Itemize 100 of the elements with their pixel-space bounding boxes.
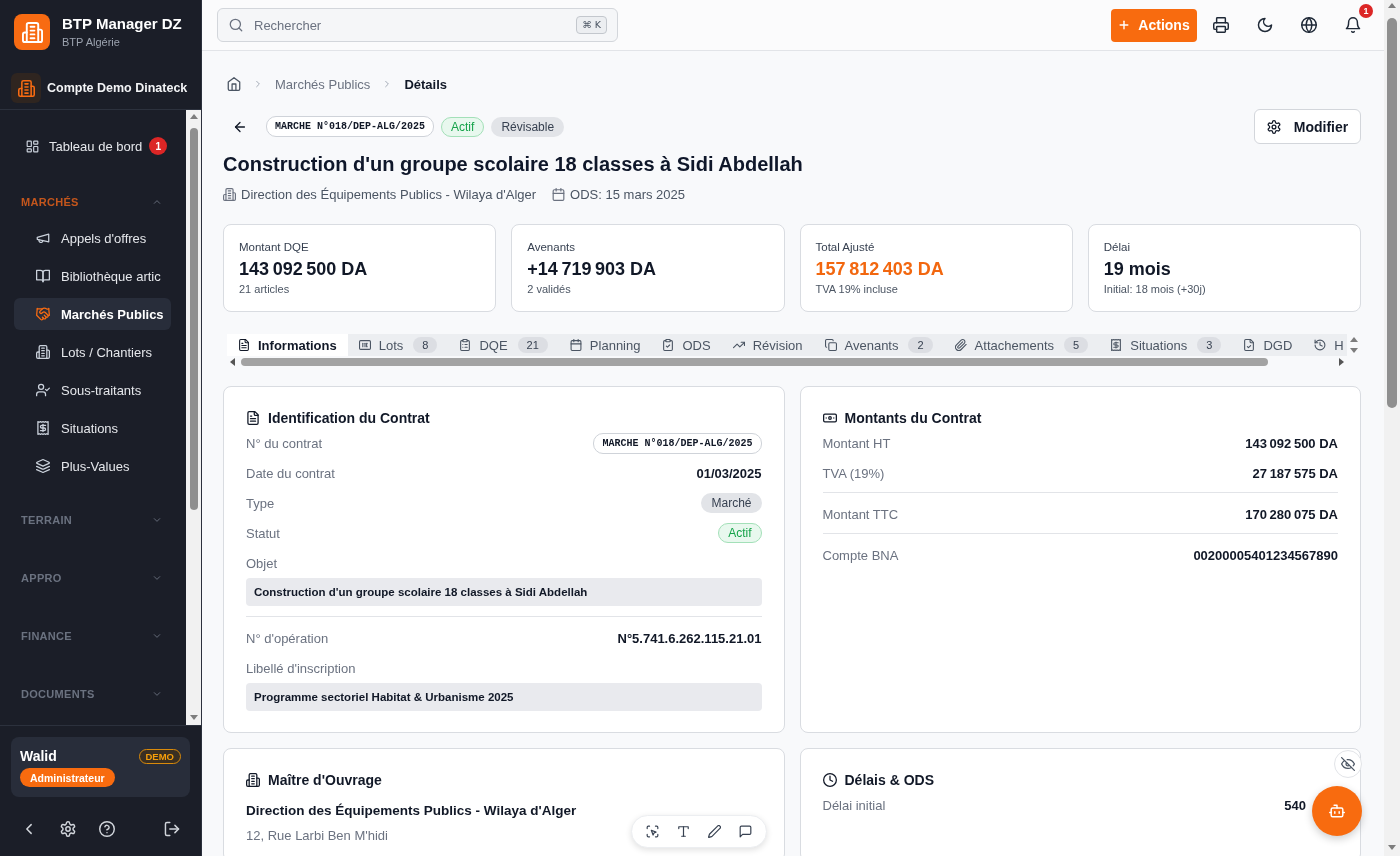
demo-tag: DEMO [138, 748, 181, 764]
stat-note: 2 validés [527, 282, 571, 296]
calendar-icon [569, 339, 582, 351]
layers-icon [36, 459, 50, 473]
field-label: Libellé d'inscription [246, 660, 356, 678]
nav-item[interactable]: Situations [14, 412, 171, 444]
app-subtitle: BTP Algérie [62, 35, 121, 49]
stat-label: Délai [1103, 240, 1130, 255]
printer-icon[interactable] [1213, 17, 1229, 33]
moon-icon[interactable] [1257, 17, 1273, 33]
section-header[interactable]: MARCHÉS [14, 188, 171, 216]
dollar-receipt-icon [1110, 339, 1123, 351]
tab[interactable]: Situations 3 [1099, 334, 1233, 356]
nav-item[interactable]: Lots / Chantiers [14, 336, 171, 368]
settings-icon[interactable] [60, 821, 76, 837]
nav-item[interactable]: Bibliothèque artic [14, 260, 171, 292]
file-check-icon [1243, 339, 1256, 351]
stat-value: 157 812 403 DA [815, 258, 944, 281]
field-label: TVA (19%) [822, 465, 885, 481]
tab[interactable]: Informations [227, 334, 348, 356]
logout-icon[interactable] [164, 821, 180, 837]
field-label: Délai initial [822, 797, 886, 813]
help-icon[interactable] [99, 821, 115, 837]
property-tag: Révisable [491, 116, 565, 137]
nav-item[interactable]: Tableau de bord 1 [14, 128, 171, 164]
nav-item[interactable]: Appels d'offres [14, 222, 171, 254]
home-icon[interactable] [227, 77, 241, 91]
chevron-down-icon [152, 689, 162, 699]
clipboard-check-icon [662, 339, 675, 351]
book-icon [36, 269, 50, 283]
field-value: 540 [1284, 797, 1306, 813]
field-value: 00200005401234567890 [1193, 547, 1338, 563]
bell-icon[interactable] [1345, 17, 1361, 33]
chevron-down-icon [152, 573, 162, 583]
stat-note: TVA 19% incluse [815, 282, 898, 296]
megaphone-icon [36, 231, 50, 245]
role-tag: Administrateur [20, 768, 115, 787]
chevron-down-icon [152, 631, 162, 641]
building-icon [223, 187, 236, 201]
field-label: N° du contrat [246, 435, 322, 451]
field-value: 27 187 575 DA [1252, 465, 1338, 481]
comment-icon[interactable] [739, 825, 752, 838]
read-only-field: Construction d'un groupe scolaire 18 classes à Sidi Abdellah [246, 578, 762, 606]
tab[interactable]: Attachements 5 [943, 334, 1100, 356]
nav-item[interactable]: Plus-Values [14, 450, 171, 482]
stat-label: Montant DQE [239, 240, 309, 255]
nav-item[interactable]: Sous-traitants [14, 374, 171, 406]
pencil-icon[interactable] [708, 825, 721, 838]
breadcrumb-item[interactable]: Marchés Publics [275, 76, 371, 92]
text-icon[interactable] [677, 825, 690, 838]
contract-code-tag: MARCHE N°018/DEP-ALG/2025 [593, 432, 762, 454]
field-label: N° d'opération [246, 630, 329, 646]
stat-value: 19 mois [1103, 258, 1171, 281]
tab[interactable]: Planning [558, 334, 652, 356]
account-name[interactable]: Compte Demo Dinateck [47, 81, 188, 95]
tab[interactable]: DQE 21 [448, 334, 559, 356]
tab[interactable]: H [1303, 334, 1344, 356]
field-label: Date du contrat [246, 465, 335, 481]
tab-count: 3 [1197, 337, 1222, 353]
card-title: Montants du Contrat [844, 410, 982, 426]
tab[interactable]: DGD [1232, 334, 1304, 356]
app-title: BTP Manager DZ [62, 15, 182, 33]
chevron-down-icon [152, 515, 162, 525]
plus-icon [1118, 19, 1131, 31]
status-tag: Actif [441, 116, 485, 137]
building-icon [246, 773, 260, 787]
page-title: Construction d'un groupe scolaire 18 classes à Sidi Abdellah [223, 152, 803, 176]
robot-icon [1329, 803, 1345, 819]
breadcrumb-item: Détails [404, 76, 447, 92]
field-value: N°5.741.6.262.115.21.01 [617, 630, 762, 646]
field-label: Compte BNA [822, 547, 899, 563]
card-title: Maître d'Ouvrage [268, 772, 382, 788]
organization-name: Direction des Équipements Publics - Wilaya d'Alger [246, 802, 577, 820]
settings-icon [1266, 119, 1281, 134]
tab[interactable]: Avenants 2 [813, 334, 944, 356]
dollar-receipt-icon [36, 421, 50, 435]
card-title: Délais & ODS [844, 772, 934, 788]
tab[interactable]: ODS [651, 334, 722, 356]
meta-text: ODS: 15 mars 2025 [570, 186, 685, 202]
selection-icon[interactable] [646, 825, 659, 838]
field-label: Montant TTC [822, 506, 899, 522]
status-tag: Actif [718, 523, 762, 543]
building-icon [11, 73, 41, 103]
notification-count: 1 [1359, 4, 1373, 18]
field-label: Montant HT [822, 435, 891, 451]
tab[interactable]: Lots 8 [347, 334, 449, 356]
globe-icon[interactable] [1301, 17, 1317, 33]
trend-up-icon [732, 339, 745, 351]
stat-note: 21 articles [239, 282, 290, 296]
address-text: 12, Rue Larbi Ben M'hidi [246, 827, 388, 845]
scrollbar[interactable] [186, 110, 201, 725]
edit-button[interactable]: Modifier [1254, 109, 1361, 144]
chevron-up-icon [152, 197, 162, 207]
notification-count: 1 [149, 137, 168, 155]
tab[interactable]: Révision [721, 334, 814, 356]
eye-off-icon [1341, 757, 1355, 771]
contract-code-tag: MARCHE N°018/DEP-ALG/2025 [266, 116, 435, 137]
nav-item[interactable]: Marchés Publics [14, 298, 171, 330]
user-check-icon [36, 383, 50, 397]
scrollbar[interactable] [1384, 0, 1400, 856]
